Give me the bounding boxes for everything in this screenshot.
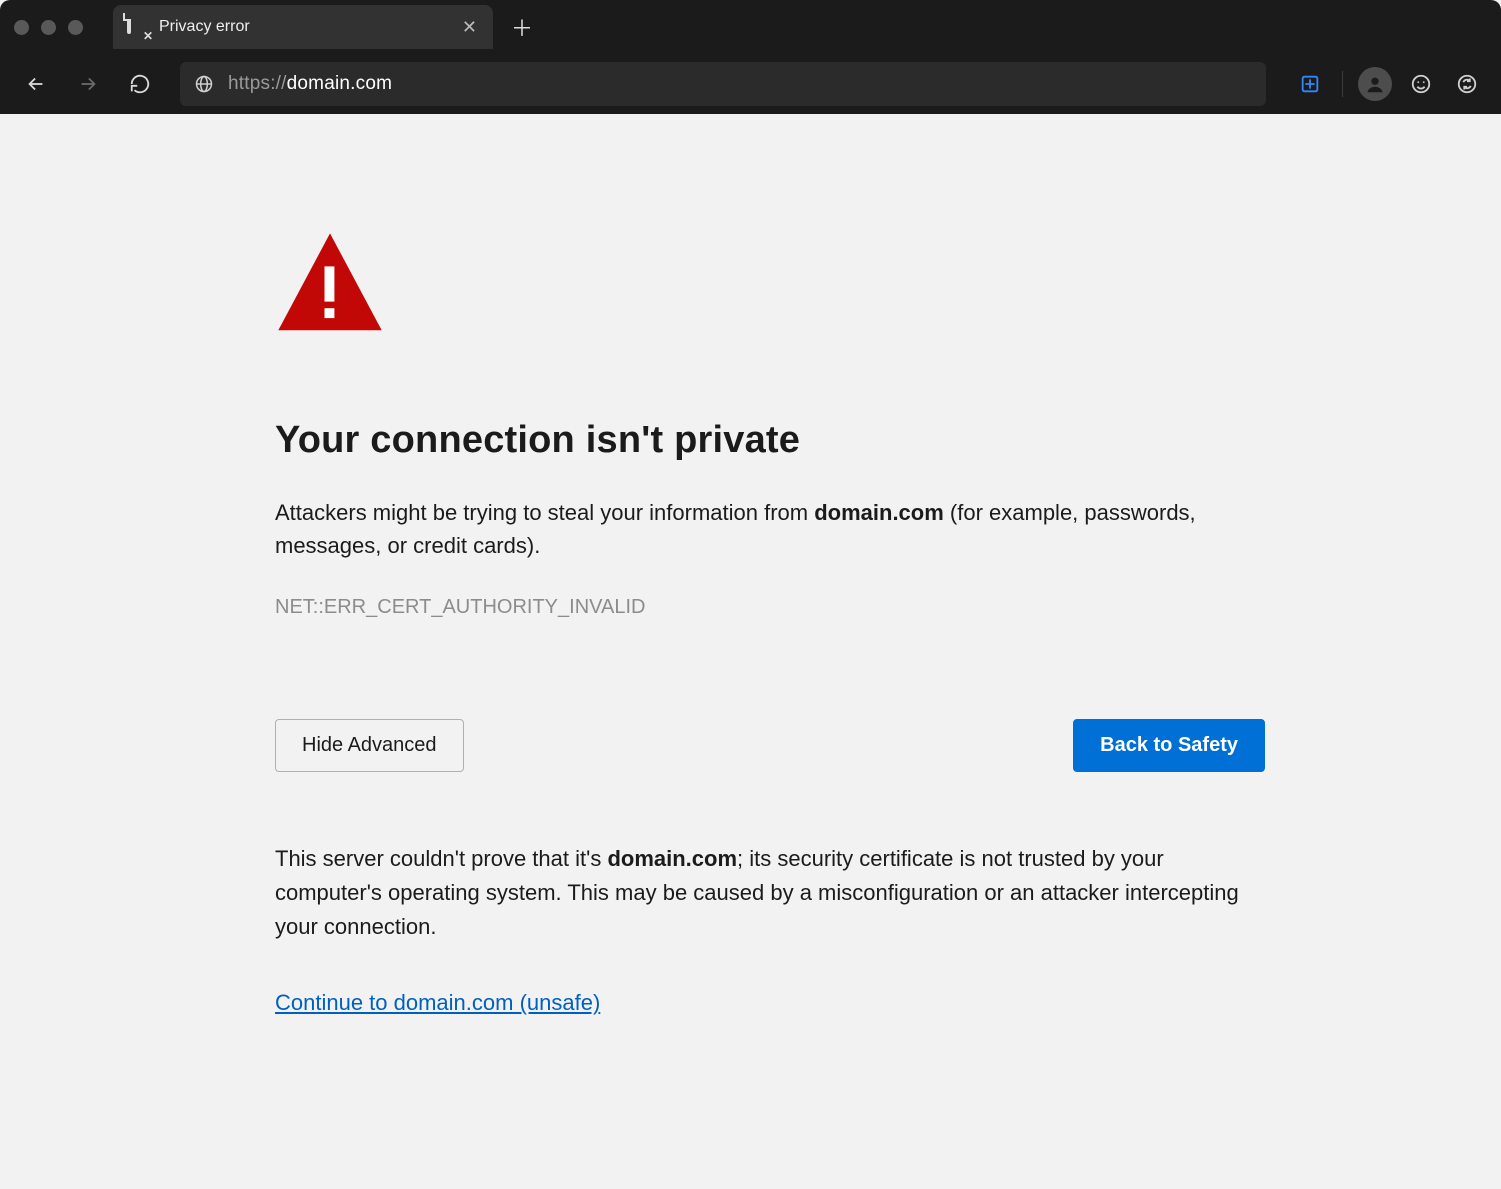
hide-advanced-button[interactable]: Hide Advanced	[275, 719, 464, 772]
url-host: domain.com	[287, 73, 393, 94]
profile-button[interactable]	[1355, 64, 1395, 104]
error-code: NET::ERR_CERT_AUTHORITY_INVALID	[275, 596, 1265, 619]
insecure-page-icon: ✕	[127, 15, 147, 39]
forward-button[interactable]	[66, 62, 110, 106]
back-to-safety-button[interactable]: Back to Safety	[1073, 719, 1265, 772]
window-minimize-dot[interactable]	[41, 20, 56, 35]
url-protocol: https://	[228, 73, 287, 94]
not-secure-icon[interactable]	[194, 74, 214, 94]
window-close-dot[interactable]	[14, 20, 29, 35]
new-tab-button[interactable]: ＋	[505, 11, 539, 43]
error-heading: Your connection isn't private	[275, 419, 1265, 462]
error-message-domain: domain.com	[814, 500, 944, 525]
toolbar: https://domain.com	[0, 54, 1501, 114]
warning-triangle-icon	[275, 229, 1265, 339]
back-button[interactable]	[14, 62, 58, 106]
error-message: Attackers might be trying to steal your …	[275, 496, 1235, 562]
avatar-icon	[1358, 67, 1392, 101]
proceed-unsafe-link[interactable]: Continue to domain.com (unsafe)	[275, 990, 600, 1016]
close-tab-icon[interactable]: ✕	[462, 18, 477, 36]
tab-strip: ✕ Privacy error ✕ ＋	[0, 0, 1501, 54]
toolbar-separator	[1342, 71, 1343, 97]
feedback-smile-icon[interactable]	[1401, 64, 1441, 104]
action-row: Hide Advanced Back to Safety	[275, 719, 1265, 772]
page-content: Your connection isn't private Attackers …	[0, 114, 1501, 1189]
error-details-domain: domain.com	[607, 846, 737, 871]
error-panel: Your connection isn't private Attackers …	[275, 229, 1265, 1189]
url-text: https://domain.com	[228, 73, 392, 95]
sync-icon[interactable]	[1447, 64, 1487, 104]
tracking-prevention-icon[interactable]	[1290, 64, 1330, 104]
toolbar-right	[1290, 64, 1487, 104]
browser-tab[interactable]: ✕ Privacy error ✕	[113, 5, 493, 49]
reload-button[interactable]	[118, 62, 162, 106]
tab-title: Privacy error	[159, 18, 450, 36]
address-bar[interactable]: https://domain.com	[180, 62, 1266, 106]
window-maximize-dot[interactable]	[68, 20, 83, 35]
browser-chrome: ✕ Privacy error ✕ ＋ https://domain.com	[0, 0, 1501, 114]
error-details: This server couldn't prove that it's dom…	[275, 842, 1265, 944]
